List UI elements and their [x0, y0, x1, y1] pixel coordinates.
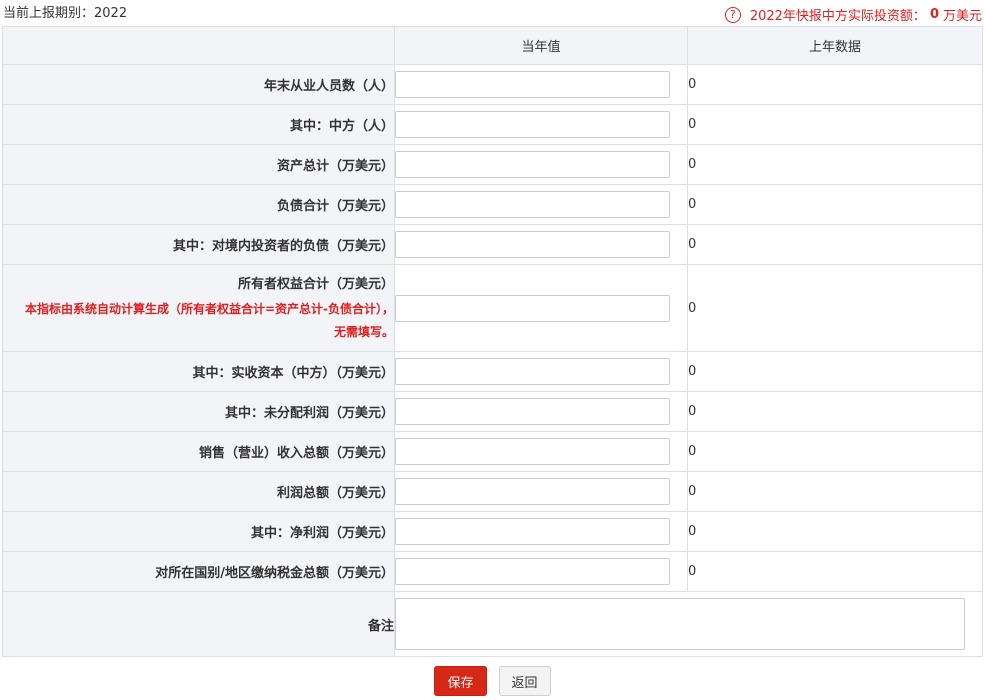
prev-chinese-employees: 0 — [687, 104, 983, 145]
report-period: 当前上报期别：2022 — [3, 6, 128, 21]
row-label-domestic-liabilities: 其中：对境内投资者的负债（万美元） — [2, 224, 395, 265]
header-blank-cell — [2, 26, 395, 65]
prev-total-profit: 0 — [687, 471, 983, 512]
table-row: 年末从业人员数（人） 0 — [2, 64, 983, 105]
row-label-owners-equity-cell: 所有者权益合计（万美元） 本指标由系统自动计算生成（所有者权益合计=资产总计-负… — [2, 264, 395, 352]
table-row: 利润总额（万美元） 0 — [2, 471, 983, 512]
row-label-total-assets: 资产总计（万美元） — [2, 144, 395, 185]
row-label-total-profit: 利润总额（万美元） — [2, 471, 395, 512]
table-row: 资产总计（万美元） 0 — [2, 144, 983, 185]
input-employees[interactable] — [395, 71, 670, 98]
header-current-year: 当年值 — [394, 26, 688, 65]
input-sales-revenue[interactable] — [395, 438, 670, 465]
input-net-profit[interactable] — [395, 518, 670, 545]
input-total-assets[interactable] — [395, 151, 670, 178]
owners-equity-hint: 本指标由系统自动计算生成（所有者权益合计=资产总计-负债合计）， — [24, 302, 394, 316]
prev-paid-in-capital: 0 — [687, 351, 983, 392]
notice-text: 2022年快报中方实际投资额： — [749, 9, 926, 24]
prev-owners-equity: 0 — [687, 264, 983, 352]
row-label-total-liabilities: 负债合计（万美元） — [2, 184, 395, 225]
row-label-undistributed-profit: 其中：未分配利润（万美元） — [2, 391, 395, 432]
table-row: 其中：未分配利润（万美元） 0 — [2, 391, 983, 432]
prev-undistributed-profit: 0 — [687, 391, 983, 432]
table-row: 对所在国别/地区缴纳税金总额（万美元） 0 — [2, 551, 983, 592]
table-row: 其中：实收资本（中方）（万美元） 0 — [2, 351, 983, 392]
prev-sales-revenue: 0 — [687, 431, 983, 472]
prev-taxes-paid: 0 — [687, 551, 983, 592]
save-button[interactable]: 保存 — [434, 666, 487, 696]
row-label-remark: 备注 — [2, 591, 395, 657]
question-circle-icon[interactable]: ? — [724, 6, 741, 23]
report-form-table: 当年值 上年数据 年末从业人员数（人） 0 其中：中方（人） 0 资产总计（万美… — [2, 26, 983, 657]
header-previous-year: 上年数据 — [687, 26, 983, 65]
notice-amount: 0 — [929, 7, 939, 22]
table-row: 所有者权益合计（万美元） 本指标由系统自动计算生成（所有者权益合计=资产总计-负… — [2, 264, 983, 352]
input-owners-equity[interactable] — [395, 294, 670, 322]
input-chinese-employees[interactable] — [395, 111, 670, 138]
input-total-liabilities[interactable] — [395, 191, 670, 218]
row-label-sales-revenue: 销售（营业）收入总额（万美元） — [2, 431, 395, 472]
input-total-profit[interactable] — [395, 478, 670, 505]
back-button[interactable]: 返回 — [498, 666, 551, 696]
row-label-net-profit: 其中：净利润（万美元） — [2, 511, 395, 552]
table-row: 销售（营业）收入总额（万美元） 0 — [2, 431, 983, 472]
investment-notice: ? 2022年快报中方实际投资额： 0 万美元 — [724, 5, 982, 24]
row-label-owners-equity: 所有者权益合计（万美元） — [237, 277, 394, 292]
row-label-chinese-employees: 其中：中方（人） — [2, 104, 395, 145]
owners-equity-hint-2: 无需填写。 — [333, 325, 394, 339]
input-undistributed-profit[interactable] — [395, 398, 670, 425]
input-domestic-liabilities[interactable] — [395, 231, 670, 258]
row-label-employees: 年末从业人员数（人） — [2, 64, 395, 105]
prev-total-assets: 0 — [687, 144, 983, 185]
prev-employees: 0 — [687, 64, 983, 105]
row-label-paid-in-capital: 其中：实收资本（中方）（万美元） — [2, 351, 395, 392]
prev-net-profit: 0 — [687, 511, 983, 552]
table-row: 其中：对境内投资者的负债（万美元） 0 — [2, 224, 983, 265]
prev-total-liabilities: 0 — [687, 184, 983, 225]
form-actions: 保存 返回 — [0, 666, 985, 696]
row-label-taxes-paid: 对所在国别/地区缴纳税金总额（万美元） — [2, 551, 395, 592]
notice-unit: 万美元 — [942, 9, 982, 24]
table-header-row: 当年值 上年数据 — [2, 26, 983, 65]
top-bar: 当前上报期别：2022 ? 2022年快报中方实际投资额： 0 万美元 — [0, 0, 985, 26]
input-paid-in-capital[interactable] — [395, 358, 670, 385]
table-row: 其中：中方（人） 0 — [2, 104, 983, 145]
input-taxes-paid[interactable] — [395, 558, 670, 585]
table-row: 其中：净利润（万美元） 0 — [2, 511, 983, 552]
remark-textarea[interactable] — [395, 598, 965, 650]
table-row: 负债合计（万美元） 0 — [2, 184, 983, 225]
prev-domestic-liabilities: 0 — [687, 224, 983, 265]
table-row: 备注 — [2, 591, 983, 657]
